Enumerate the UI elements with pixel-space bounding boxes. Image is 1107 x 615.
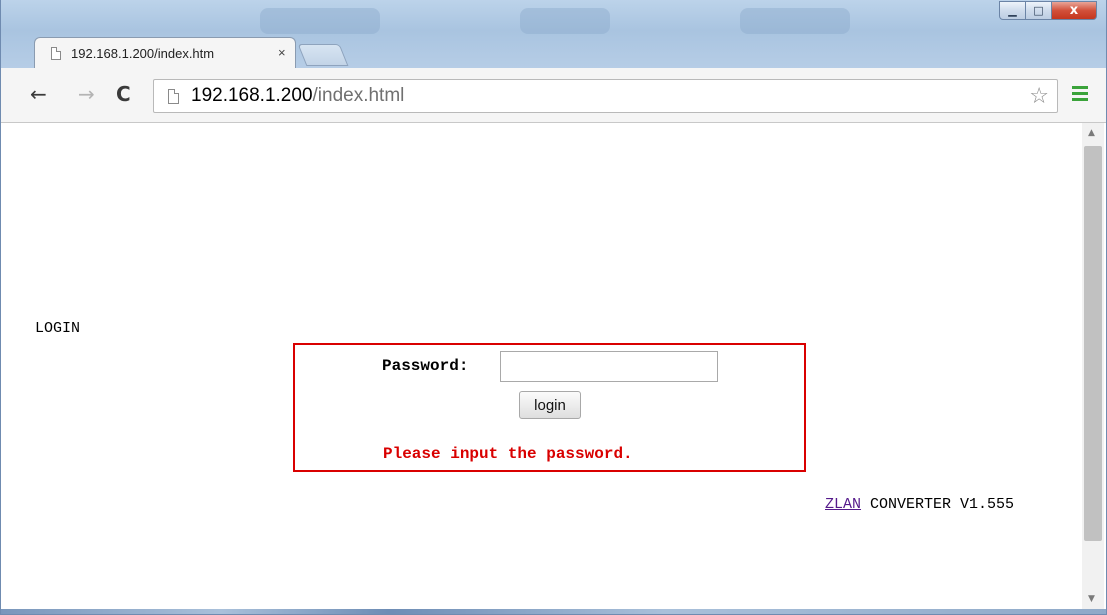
bookmark-star-icon[interactable]: ☆ bbox=[1029, 84, 1049, 109]
minimize-icon: ▁ bbox=[1008, 4, 1017, 17]
page-icon bbox=[168, 89, 179, 104]
login-button[interactable]: login bbox=[519, 391, 581, 419]
tab-title: 192.168.1.200/index.htm bbox=[71, 46, 215, 61]
version-text: ZLAN CONVERTER V1.555 bbox=[825, 496, 1014, 513]
window-controls: ▁ □ x bbox=[999, 1, 1097, 20]
title-bar-background bbox=[740, 8, 850, 34]
address-bar[interactable]: 192.168.1.200/index.html ☆ bbox=[153, 79, 1058, 113]
back-arrow-icon[interactable]: ← bbox=[30, 81, 47, 107]
title-bar-background bbox=[260, 8, 380, 34]
reload-icon[interactable]: C bbox=[116, 81, 131, 107]
tab-active[interactable]: 192.168.1.200/index.htm × bbox=[34, 37, 296, 68]
title-bar-background bbox=[520, 8, 610, 34]
new-tab-button[interactable] bbox=[297, 44, 349, 66]
page-heading: LOGIN bbox=[35, 320, 81, 337]
maximize-icon: □ bbox=[1033, 4, 1044, 17]
taskbar-edge bbox=[0, 609, 1107, 615]
close-icon: x bbox=[1069, 3, 1079, 18]
url-path: /index.html bbox=[312, 85, 405, 106]
scroll-thumb[interactable] bbox=[1084, 146, 1102, 541]
minimize-button[interactable]: ▁ bbox=[999, 1, 1026, 20]
maximize-button[interactable]: □ bbox=[1026, 1, 1052, 20]
login-form: Password: login Please input the passwor… bbox=[293, 343, 806, 472]
browser-toolbar: ← → C 192.168.1.200/index.html ☆ bbox=[0, 68, 1107, 123]
zlan-link[interactable]: ZLAN bbox=[825, 496, 861, 513]
menu-icon[interactable] bbox=[1072, 86, 1088, 104]
scroll-down-icon[interactable]: ▼ bbox=[1088, 594, 1095, 604]
tab-close-icon[interactable]: × bbox=[278, 45, 286, 60]
page-icon bbox=[51, 47, 61, 60]
forward-arrow-icon[interactable]: → bbox=[78, 81, 95, 107]
url-text: 192.168.1.200/index.html bbox=[191, 85, 404, 107]
password-input[interactable] bbox=[500, 351, 718, 382]
page-content: LOGIN Password: login Please input the p… bbox=[8, 123, 1078, 609]
password-label: Password: bbox=[382, 357, 469, 375]
close-window-button[interactable]: x bbox=[1052, 1, 1097, 20]
vertical-scrollbar[interactable]: ▲ ▼ bbox=[1082, 123, 1104, 609]
browser-window: ▁ □ x 192.168.1.200/index.htm × ← → C 19… bbox=[0, 0, 1107, 615]
url-host: 192.168.1.200 bbox=[191, 85, 313, 106]
version-label: CONVERTER V1.555 bbox=[861, 496, 1015, 513]
scroll-up-icon[interactable]: ▲ bbox=[1088, 128, 1095, 138]
error-message: Please input the password. bbox=[383, 445, 633, 463]
